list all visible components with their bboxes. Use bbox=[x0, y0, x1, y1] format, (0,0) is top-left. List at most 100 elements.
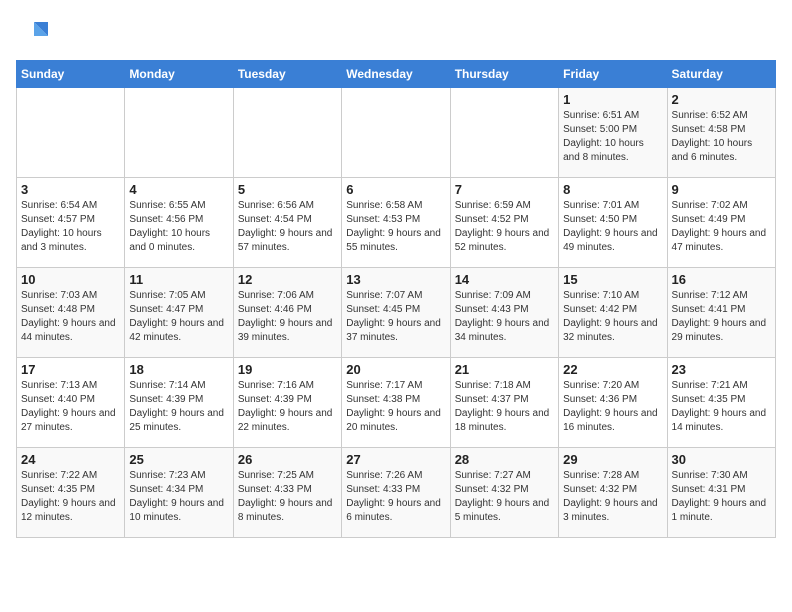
day-number: 21 bbox=[455, 362, 554, 377]
day-info: Sunrise: 7:22 AM Sunset: 4:35 PM Dayligh… bbox=[21, 469, 120, 525]
day-number: 9 bbox=[672, 182, 771, 197]
header-day-friday: Friday bbox=[559, 61, 667, 88]
header-day-tuesday: Tuesday bbox=[233, 61, 341, 88]
day-number: 3 bbox=[21, 182, 120, 197]
calendar-cell: 5 Sunrise: 6:56 AM Sunset: 4:54 PM Daylig… bbox=[233, 178, 341, 268]
calendar-cell bbox=[342, 88, 450, 178]
day-info: Sunrise: 6:56 AM Sunset: 4:54 PM Dayligh… bbox=[238, 199, 337, 255]
day-number: 22 bbox=[563, 362, 662, 377]
calendar-cell: 30 Sunrise: 7:30 AM Sunset: 4:31 PM Dayli… bbox=[667, 448, 775, 538]
calendar-cell: 20 Sunrise: 7:17 AM Sunset: 4:38 PM Dayli… bbox=[342, 358, 450, 448]
header-day-thursday: Thursday bbox=[450, 61, 558, 88]
header-day-saturday: Saturday bbox=[667, 61, 775, 88]
calendar-cell: 2 Sunrise: 6:52 AM Sunset: 4:58 PM Daylig… bbox=[667, 88, 775, 178]
day-number: 27 bbox=[346, 452, 445, 467]
calendar-cell: 15 Sunrise: 7:10 AM Sunset: 4:42 PM Dayli… bbox=[559, 268, 667, 358]
day-number: 8 bbox=[563, 182, 662, 197]
day-number: 12 bbox=[238, 272, 337, 287]
day-number: 15 bbox=[563, 272, 662, 287]
calendar-cell: 29Sunrise: 7:28 AM Sunset: 4:32 PM Dayli… bbox=[559, 448, 667, 538]
logo bbox=[16, 16, 52, 48]
calendar-cell: 10 Sunrise: 7:03 AM Sunset: 4:48 PM Dayli… bbox=[17, 268, 125, 358]
day-info: Sunrise: 6:55 AM Sunset: 4:56 PM Dayligh… bbox=[129, 199, 228, 255]
day-info: Sunrise: 7:16 AM Sunset: 4:39 PM Dayligh… bbox=[238, 379, 337, 435]
week-row-2: 10 Sunrise: 7:03 AM Sunset: 4:48 PM Dayli… bbox=[17, 268, 776, 358]
day-number: 16 bbox=[672, 272, 771, 287]
calendar-cell: 4 Sunrise: 6:55 AM Sunset: 4:56 PM Daylig… bbox=[125, 178, 233, 268]
calendar-cell: 21 Sunrise: 7:18 AM Sunset: 4:37 PM Dayli… bbox=[450, 358, 558, 448]
day-info: Sunrise: 6:51 AM Sunset: 5:00 PM Dayligh… bbox=[563, 109, 662, 165]
calendar-cell: 13 Sunrise: 7:07 AM Sunset: 4:45 PM Dayli… bbox=[342, 268, 450, 358]
day-number: 13 bbox=[346, 272, 445, 287]
week-row-1: 3 Sunrise: 6:54 AM Sunset: 4:57 PM Daylig… bbox=[17, 178, 776, 268]
day-number: 23 bbox=[672, 362, 771, 377]
day-info: Sunrise: 7:10 AM Sunset: 4:42 PM Dayligh… bbox=[563, 289, 662, 345]
calendar-cell: 28 Sunrise: 7:27 AM Sunset: 4:32 PM Dayli… bbox=[450, 448, 558, 538]
calendar-cell bbox=[125, 88, 233, 178]
day-number: 30 bbox=[672, 452, 771, 467]
day-number: 19 bbox=[238, 362, 337, 377]
day-number: 29 bbox=[563, 452, 662, 467]
day-number: 1 bbox=[563, 92, 662, 107]
day-number: 5 bbox=[238, 182, 337, 197]
day-info: Sunrise: 7:25 AM Sunset: 4:33 PM Dayligh… bbox=[238, 469, 337, 525]
calendar-cell: 9Sunrise: 7:02 AM Sunset: 4:49 PM Daylig… bbox=[667, 178, 775, 268]
calendar-table: SundayMondayTuesdayWednesdayThursdayFrid… bbox=[16, 60, 776, 538]
header-row: SundayMondayTuesdayWednesdayThursdayFrid… bbox=[17, 61, 776, 88]
day-number: 10 bbox=[21, 272, 120, 287]
day-info: Sunrise: 7:20 AM Sunset: 4:36 PM Dayligh… bbox=[563, 379, 662, 435]
calendar-cell: 27Sunrise: 7:26 AM Sunset: 4:33 PM Dayli… bbox=[342, 448, 450, 538]
day-info: Sunrise: 7:18 AM Sunset: 4:37 PM Dayligh… bbox=[455, 379, 554, 435]
day-info: Sunrise: 7:21 AM Sunset: 4:35 PM Dayligh… bbox=[672, 379, 771, 435]
header-day-monday: Monday bbox=[125, 61, 233, 88]
day-info: Sunrise: 7:23 AM Sunset: 4:34 PM Dayligh… bbox=[129, 469, 228, 525]
header-day-wednesday: Wednesday bbox=[342, 61, 450, 88]
calendar-header: SundayMondayTuesdayWednesdayThursdayFrid… bbox=[17, 61, 776, 88]
calendar-cell bbox=[450, 88, 558, 178]
day-info: Sunrise: 6:52 AM Sunset: 4:58 PM Dayligh… bbox=[672, 109, 771, 165]
calendar-cell: 1 Sunrise: 6:51 AM Sunset: 5:00 PM Daylig… bbox=[559, 88, 667, 178]
calendar-cell: 17 Sunrise: 7:13 AM Sunset: 4:40 PM Dayli… bbox=[17, 358, 125, 448]
calendar-cell: 18Sunrise: 7:14 AM Sunset: 4:39 PM Dayli… bbox=[125, 358, 233, 448]
day-info: Sunrise: 7:17 AM Sunset: 4:38 PM Dayligh… bbox=[346, 379, 445, 435]
week-row-3: 17 Sunrise: 7:13 AM Sunset: 4:40 PM Dayli… bbox=[17, 358, 776, 448]
day-info: Sunrise: 7:30 AM Sunset: 4:31 PM Dayligh… bbox=[672, 469, 771, 525]
day-info: Sunrise: 7:07 AM Sunset: 4:45 PM Dayligh… bbox=[346, 289, 445, 345]
day-info: Sunrise: 7:01 AM Sunset: 4:50 PM Dayligh… bbox=[563, 199, 662, 255]
day-number: 7 bbox=[455, 182, 554, 197]
day-info: Sunrise: 7:27 AM Sunset: 4:32 PM Dayligh… bbox=[455, 469, 554, 525]
calendar-cell: 14Sunrise: 7:09 AM Sunset: 4:43 PM Dayli… bbox=[450, 268, 558, 358]
calendar-body: 1 Sunrise: 6:51 AM Sunset: 5:00 PM Daylig… bbox=[17, 88, 776, 538]
calendar-cell: 3 Sunrise: 6:54 AM Sunset: 4:57 PM Daylig… bbox=[17, 178, 125, 268]
day-number: 20 bbox=[346, 362, 445, 377]
day-info: Sunrise: 6:54 AM Sunset: 4:57 PM Dayligh… bbox=[21, 199, 120, 255]
day-number: 28 bbox=[455, 452, 554, 467]
calendar-cell: 23 Sunrise: 7:21 AM Sunset: 4:35 PM Dayli… bbox=[667, 358, 775, 448]
day-number: 2 bbox=[672, 92, 771, 107]
calendar-cell: 12Sunrise: 7:06 AM Sunset: 4:46 PM Dayli… bbox=[233, 268, 341, 358]
day-info: Sunrise: 6:58 AM Sunset: 4:53 PM Dayligh… bbox=[346, 199, 445, 255]
calendar-cell: 7Sunrise: 6:59 AM Sunset: 4:52 PM Daylig… bbox=[450, 178, 558, 268]
header-day-sunday: Sunday bbox=[17, 61, 125, 88]
calendar-cell bbox=[233, 88, 341, 178]
day-number: 6 bbox=[346, 182, 445, 197]
day-number: 14 bbox=[455, 272, 554, 287]
calendar-cell: 11 Sunrise: 7:05 AM Sunset: 4:47 PM Dayli… bbox=[125, 268, 233, 358]
day-info: Sunrise: 7:12 AM Sunset: 4:41 PM Dayligh… bbox=[672, 289, 771, 345]
week-row-4: 24 Sunrise: 7:22 AM Sunset: 4:35 PM Dayli… bbox=[17, 448, 776, 538]
day-info: Sunrise: 7:05 AM Sunset: 4:47 PM Dayligh… bbox=[129, 289, 228, 345]
calendar-cell: 16 Sunrise: 7:12 AM Sunset: 4:41 PM Dayli… bbox=[667, 268, 775, 358]
day-number: 26 bbox=[238, 452, 337, 467]
day-number: 17 bbox=[21, 362, 120, 377]
day-number: 25 bbox=[129, 452, 228, 467]
day-info: Sunrise: 7:03 AM Sunset: 4:48 PM Dayligh… bbox=[21, 289, 120, 345]
day-number: 11 bbox=[129, 272, 228, 287]
day-number: 24 bbox=[21, 452, 120, 467]
calendar-cell: 8 Sunrise: 7:01 AM Sunset: 4:50 PM Daylig… bbox=[559, 178, 667, 268]
calendar-cell: 26 Sunrise: 7:25 AM Sunset: 4:33 PM Dayli… bbox=[233, 448, 341, 538]
calendar-cell: 25 Sunrise: 7:23 AM Sunset: 4:34 PM Dayli… bbox=[125, 448, 233, 538]
day-info: Sunrise: 7:14 AM Sunset: 4:39 PM Dayligh… bbox=[129, 379, 228, 435]
logo-icon bbox=[16, 16, 48, 48]
day-number: 4 bbox=[129, 182, 228, 197]
day-info: Sunrise: 7:13 AM Sunset: 4:40 PM Dayligh… bbox=[21, 379, 120, 435]
